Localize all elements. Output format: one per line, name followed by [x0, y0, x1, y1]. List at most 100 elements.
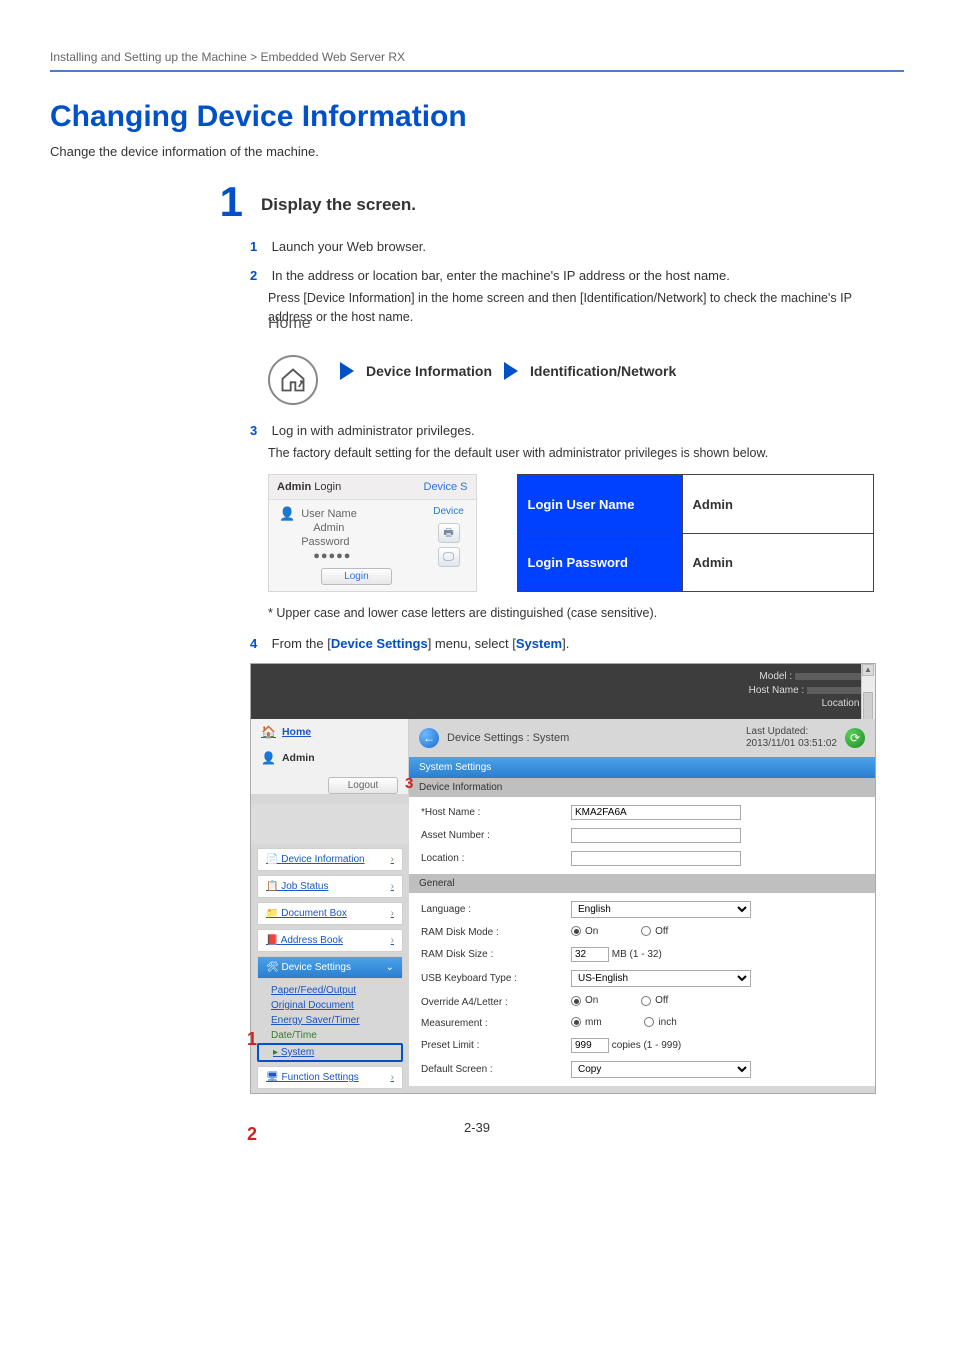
asset-key: Asset Number : — [421, 830, 571, 841]
refresh-button[interactable]: ⟳ — [845, 728, 865, 748]
sidebar-sub-energy[interactable]: Energy Saver/Timer — [257, 1013, 403, 1028]
location-key: Location : — [421, 853, 571, 864]
chevron-right-icon — [340, 362, 354, 380]
defaultscreen-key: Default Screen : — [421, 1064, 571, 1075]
sidebar-sub-original[interactable]: Original Document — [257, 998, 403, 1013]
chevron-right-icon: › — [391, 1072, 394, 1083]
substep-num-3: 3 — [250, 423, 268, 438]
override-off-radio[interactable]: Off — [641, 995, 668, 1006]
callout-1: 1 — [247, 1029, 257, 1050]
chevron-down-icon: ⌄ — [386, 962, 394, 973]
chevron-right-icon: › — [391, 908, 394, 919]
presetlimit-input[interactable] — [571, 1038, 609, 1053]
ramdisksize-unit: MB (1 - 32) — [612, 949, 662, 960]
login-user-name-label: Login User Name — [517, 475, 682, 534]
ramdisksize-input[interactable] — [571, 947, 609, 962]
substep-note-3: The factory default setting for the defa… — [268, 444, 874, 463]
sidebar-home[interactable]: 🏠Home — [251, 719, 408, 745]
last-updated-label: Last Updated: — [746, 726, 837, 738]
language-select[interactable]: English — [571, 901, 751, 918]
step-number-1: 1 — [188, 181, 243, 223]
general-section-header: General — [409, 874, 875, 893]
rammode-on-radio[interactable]: On — [571, 926, 598, 937]
rammode-off-radio[interactable]: Off — [641, 926, 668, 937]
hostname-input[interactable] — [571, 805, 741, 820]
substep-note-2: Press [Device Information] in the home s… — [268, 289, 874, 327]
device-information-section-header: 3 Device Information — [409, 778, 875, 797]
substep-text-4: From the [Device Settings] menu, select … — [272, 636, 570, 651]
logout-button[interactable]: Logout — [328, 777, 398, 794]
measurement-key: Measurement : — [421, 1018, 571, 1029]
override-on-radio[interactable]: On — [571, 995, 598, 1006]
location-input[interactable] — [571, 851, 741, 866]
substep-num-1: 1 — [250, 239, 268, 254]
home-icon: 🏠 — [261, 725, 276, 739]
sidebar-sub-system[interactable]: ▸ System — [257, 1043, 403, 1062]
login-user-name-value: Admin — [682, 475, 873, 534]
username-value[interactable]: Admin — [301, 522, 391, 534]
system-settings-header: System Settings — [409, 757, 875, 778]
person-icon: 👤 — [261, 751, 276, 765]
home-icon — [268, 355, 318, 405]
divider — [50, 70, 904, 72]
substep-text-2: In the address or location bar, enter th… — [272, 268, 730, 283]
page-number: 2-39 — [50, 1120, 904, 1135]
presetlimit-key: Preset Limit : — [421, 1040, 571, 1051]
printer-icon: 🖶 — [438, 523, 460, 543]
display-icon: 🖵 — [438, 547, 460, 567]
username-label: User Name — [301, 508, 391, 520]
sidebar-sub-paper[interactable]: Paper/Feed/Output — [257, 983, 403, 998]
identification-network-label: Identification/Network — [530, 363, 676, 379]
login-panel: Admin Login Device S 👤 User Name Admin P… — [268, 474, 477, 592]
substep-text-1: Launch your Web browser. — [272, 239, 426, 254]
sidebar-item-address-book[interactable]: 📕 Address Book› — [258, 930, 402, 951]
login-button[interactable]: Login — [321, 568, 391, 585]
override-key: Override A4/Letter : — [421, 997, 571, 1008]
device-label: Device — [432, 506, 466, 517]
chevron-right-icon: › — [391, 881, 394, 892]
password-label: Password — [301, 536, 391, 548]
substep-text-3: Log in with administrator privileges. — [272, 423, 475, 438]
sidebar-item-function-settings[interactable]: 🖥 Function Settings› — [258, 1067, 402, 1088]
hostname-label-top: Host Name : — [749, 685, 805, 696]
step-title-1: Display the screen. — [261, 195, 416, 215]
hostname-key: *Host Name : — [421, 807, 571, 818]
password-value[interactable]: ●●●●● — [301, 550, 391, 562]
sidebar-item-job-status[interactable]: 📋 Job Status› — [258, 876, 402, 897]
chevron-right-icon — [504, 362, 518, 380]
last-updated-value: 2013/11/01 03:51:02 — [746, 738, 837, 750]
meas-inch-radio[interactable]: inch — [644, 1017, 676, 1028]
device-settings-link: Device Settings — [331, 636, 428, 651]
home-label: Home — [268, 315, 328, 333]
ramdisksize-key: RAM Disk Size : — [421, 949, 571, 960]
sidebar-admin: 👤Admin — [251, 745, 408, 771]
credentials-table: Login User Name Admin Login Password Adm… — [517, 474, 874, 592]
back-button[interactable]: ← — [419, 728, 439, 748]
case-sensitive-note: * Upper case and lower case letters are … — [268, 606, 874, 620]
system-link: System — [516, 636, 562, 651]
location-label-top: Location : — [822, 698, 865, 709]
person-icon: 👤 — [279, 506, 295, 522]
asset-input[interactable] — [571, 828, 741, 843]
substep-num-2: 2 — [250, 268, 268, 283]
sidebar-sub-datetime[interactable]: Date/Time — [257, 1028, 403, 1043]
callout-2: 2 — [247, 1124, 257, 1145]
usbkb-select[interactable]: US-English — [571, 970, 751, 987]
meas-mm-radio[interactable]: mm — [571, 1017, 602, 1028]
sidebar-item-device-settings[interactable]: 🛠 Device Settings⌄ — [258, 957, 402, 978]
presetlimit-unit: copies (1 - 999) — [612, 1040, 681, 1051]
sidebar-item-device-information[interactable]: 📄 Device Information› — [258, 849, 402, 870]
sidebar-item-document-box[interactable]: 📁 Document Box› — [258, 903, 402, 924]
login-password-label: Login Password — [517, 533, 682, 592]
breadcrumb: Installing and Setting up the Machine > … — [50, 50, 904, 64]
chevron-right-icon: › — [391, 935, 394, 946]
defaultscreen-select[interactable]: Copy — [571, 1061, 751, 1078]
device-information-label: Device Information — [366, 363, 492, 379]
login-password-value: Admin — [682, 533, 873, 592]
substep-num-4: 4 — [250, 636, 268, 651]
scroll-up-icon[interactable]: ▲ — [862, 664, 874, 676]
usbkb-key: USB Keyboard Type : — [421, 973, 571, 984]
chevron-right-icon: › — [391, 854, 394, 865]
admin-login-header: Admin Login — [277, 481, 341, 493]
callout-3: 3 — [405, 775, 413, 792]
